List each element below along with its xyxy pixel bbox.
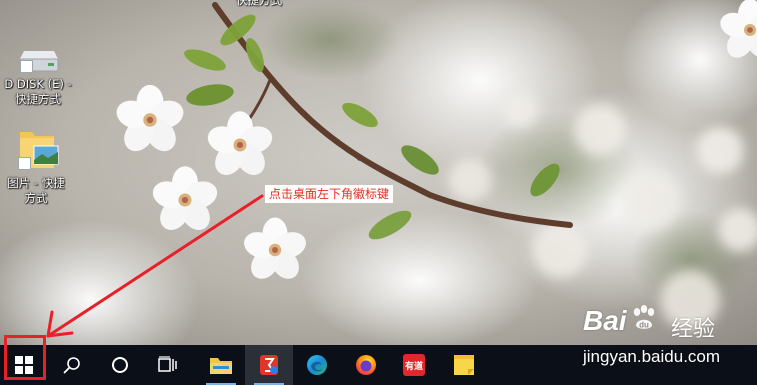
cortana-circle-icon	[112, 357, 128, 373]
red-app-icon	[260, 355, 278, 375]
desktop-icon-label: 图片 - 快捷 方式	[7, 176, 65, 205]
desktop-icon-d-disk-shortcut[interactable]: D DISK (E) - 快捷方式	[3, 45, 73, 107]
baidu-paw-icon: du	[633, 305, 655, 330]
search-icon	[63, 357, 80, 374]
youdao-icon: 有道	[403, 354, 425, 376]
watermark-brand: Bai	[583, 305, 627, 336]
youdao-app[interactable]: 有道	[390, 345, 438, 385]
pinned-app-active[interactable]	[245, 345, 293, 385]
baidu-jingyan-watermark: du Bai 经验 jingyan.baidu.com	[583, 293, 757, 373]
drive-icon	[14, 45, 62, 75]
shortcut-arrow-icon	[18, 157, 31, 170]
start-button-highlight	[4, 335, 46, 380]
edge-icon	[307, 355, 327, 375]
firefox-icon	[356, 355, 376, 375]
pictures-folder-icon	[12, 128, 60, 174]
desktop-icon-label-partial: 快捷方式	[236, 0, 282, 7]
svg-text:du: du	[639, 321, 649, 330]
annotation-callout: 点击桌面左下角徽标键	[265, 185, 394, 203]
file-explorer-app[interactable]	[197, 345, 245, 385]
sticky-notes-app[interactable]	[440, 345, 488, 385]
search-button[interactable]	[48, 345, 96, 385]
task-view-button[interactable]	[144, 345, 192, 385]
edge-app[interactable]	[293, 345, 341, 385]
watermark-url: jingyan.baidu.com	[583, 347, 721, 366]
desktop-icon-pictures-shortcut[interactable]: 图片 - 快捷 方式	[1, 128, 71, 206]
desktop-icon-label: D DISK (E) - 快捷方式	[4, 77, 72, 106]
folder-icon	[210, 358, 232, 374]
watermark-cn-text: 经验	[671, 317, 716, 342]
sticky-notes-icon	[454, 355, 474, 375]
firefox-app[interactable]	[342, 345, 390, 385]
task-view-icon	[158, 356, 177, 372]
shortcut-arrow-icon	[20, 60, 33, 73]
cortana-button[interactable]	[96, 345, 144, 385]
